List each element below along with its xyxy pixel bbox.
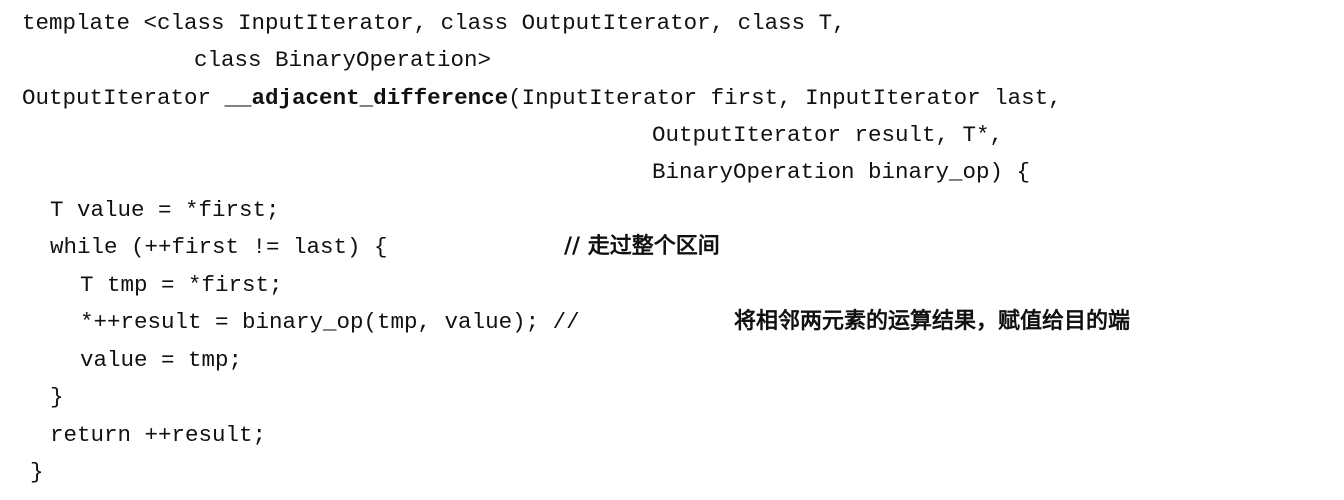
code-line-parameters-3: BinaryOperation binary_op) {	[652, 159, 1031, 185]
code-line-result-assign: *++result = binary_op(tmp, value); //	[80, 309, 580, 335]
comment-text: 将相邻两元素的运算结果，赋值给目的端	[734, 309, 1131, 334]
function-name: __adjacent_difference	[224, 85, 509, 111]
code-line-tmp-assign: T tmp = *first;	[80, 272, 283, 298]
parameter-list: (InputIterator first, InputIterator last…	[508, 85, 1062, 111]
code-line-function-close: }	[30, 459, 44, 485]
code-line-template-header-continued: class BinaryOperation>	[194, 47, 492, 73]
comment-text: // 走过整个区间	[564, 234, 720, 259]
code-line-return: return ++result;	[50, 422, 267, 448]
code-line-loop-close: }	[50, 384, 64, 410]
code-line-while-loop: while (++first != last) {	[50, 234, 388, 260]
code-line-value-init: T value = *first;	[50, 197, 280, 223]
code-line-value-update: value = tmp;	[80, 347, 243, 373]
code-line-function-signature: OutputIterator __adjacent_difference(Inp…	[22, 85, 1062, 111]
code-line-template-header: template <class InputIterator, class Out…	[22, 10, 846, 36]
code-line-parameters-2: OutputIterator result, T*,	[652, 122, 1004, 148]
code-listing: template <class InputIterator, class Out…	[0, 0, 1344, 500]
code-comment-walk-range: // 走过整个区间	[564, 234, 720, 260]
return-type: OutputIterator	[22, 85, 225, 111]
code-comment-assign-result: 将相邻两元素的运算结果，赋值给目的端	[734, 309, 1130, 335]
